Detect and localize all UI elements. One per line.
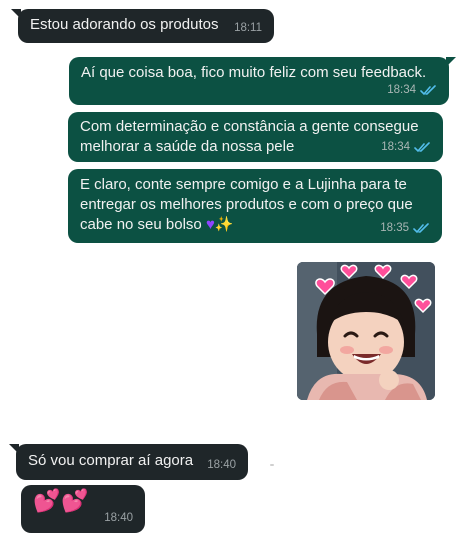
bubble-tail [9, 444, 19, 454]
message-meta: 18:34 [381, 137, 431, 157]
message-text: E claro, conte sempre comigo e a Lujinha… [80, 176, 413, 233]
message-meta: 18:35 [380, 218, 430, 238]
bubble-tail [446, 57, 456, 67]
message-text: Aí que coisa boa, fico muito feliz com s… [81, 64, 427, 81]
double-check-read-icon [414, 141, 430, 152]
message-meta: 18:34 [387, 80, 437, 100]
incoming-message-bubble[interactable]: Estou adorando os produtos 18:11 [11, 9, 274, 43]
message-text: Só vou comprar aí agora [28, 452, 194, 469]
double-check-read-icon [420, 84, 436, 95]
sticker-image[interactable] [297, 262, 435, 400]
outgoing-message-bubble[interactable]: Com determinação e constância a gente co… [68, 112, 443, 162]
message-text-with-emoji: E claro, conte sempre comigo e a Lujinha… [80, 175, 430, 235]
message-meta: 18:40 [207, 455, 236, 475]
message-text: Estou adorando os produtos [30, 16, 219, 33]
incoming-message-bubble[interactable]: Só vou comprar aí agora 18:40 [9, 444, 248, 480]
sparkles-icon: ✨ [214, 216, 234, 233]
message-meta: 18:11 [234, 18, 262, 38]
outgoing-message-bubble[interactable]: Aí que coisa boa, fico muito feliz com s… [69, 57, 456, 105]
message-text: Com determinação e constância a gente co… [80, 118, 419, 155]
message-time: 18:35 [380, 222, 409, 234]
double-check-read-icon [413, 222, 429, 233]
purple-heart-icon: ♥ [205, 216, 215, 233]
two-hearts-icon: 💕💕 [33, 488, 90, 513]
message-time: 18:40 [207, 459, 236, 471]
outgoing-message-bubble[interactable]: E claro, conte sempre comigo e a Lujinha… [68, 169, 442, 243]
message-time: 18:11 [234, 22, 262, 34]
incoming-emoji-bubble[interactable]: 💕💕 18:40 [21, 485, 145, 533]
message-time: 18:40 [104, 512, 133, 524]
message-meta: 18:40 [104, 508, 133, 528]
toddler-sticker-illustration [297, 262, 435, 400]
divider-dot [270, 464, 274, 466]
message-time: 18:34 [381, 141, 410, 153]
message-time: 18:34 [387, 84, 416, 96]
bubble-tail [11, 9, 21, 19]
